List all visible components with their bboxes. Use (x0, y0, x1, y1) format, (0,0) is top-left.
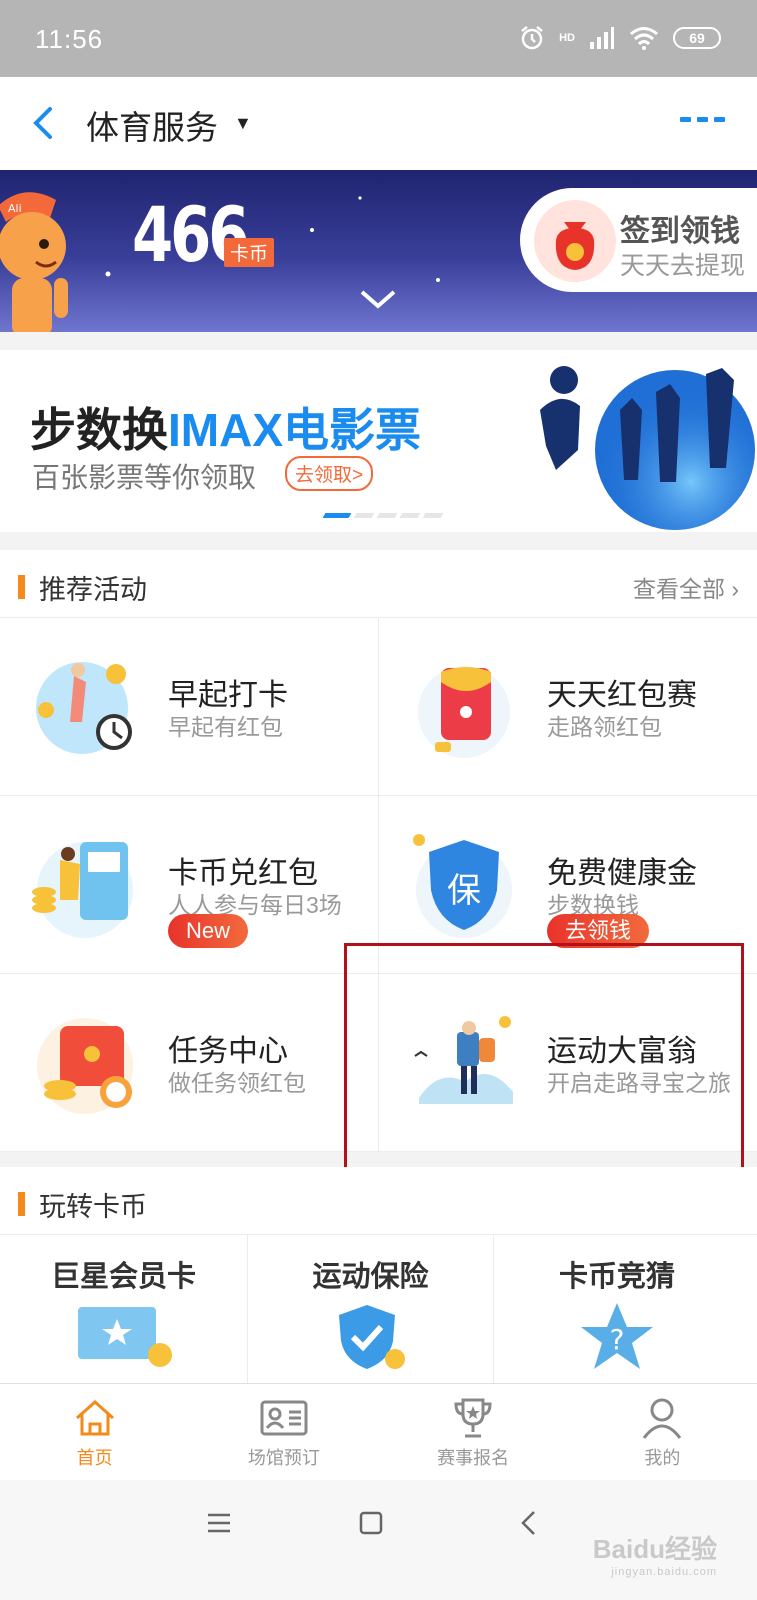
section-marker (18, 1192, 25, 1216)
more-options-icon[interactable] (680, 117, 725, 122)
status-bar: 11:56 HD 69 (0, 0, 757, 77)
activity-daily-redpacket-race[interactable]: 天天红包赛 走路领红包 (379, 618, 757, 796)
back-arrow-icon[interactable] (26, 105, 62, 141)
promo-claim-button[interactable]: 去领取> (285, 456, 374, 491)
tab-label: 赛事报名 (437, 1448, 510, 1468)
svg-text:?: ? (610, 1323, 625, 1356)
star-decoration-icon (105, 196, 440, 282)
shield-check-icon (338, 1305, 405, 1369)
activity-tag-new: New (168, 914, 249, 948)
tab-label: 场馆预订 (247, 1448, 320, 1468)
watermark-brand: Baidu经验 (592, 1534, 717, 1564)
activity-desc: 做任务领红包 (168, 1070, 306, 1096)
back-nav-icon[interactable] (518, 1510, 540, 1536)
activity-grid: 早起打卡 早起有红包 天天红包赛 走路领红包 卡币兑红包 人人参与每日3场 Ne… (0, 618, 757, 1152)
view-all-label: 查看全部 (632, 576, 725, 602)
baidu-jingyan-watermark: Baidu经验 jingyan.baidu.com (593, 1529, 717, 1578)
section-title: 推荐活动 (39, 575, 147, 605)
activity-coin-to-redpacket[interactable]: 卡币兑红包 人人参与每日3场 New (0, 796, 379, 974)
chevron-right-icon: › (731, 576, 739, 602)
coin-banner[interactable]: Ali 466 卡币 签到领钱 天天去提现 (0, 170, 757, 332)
promo-headline-highlight: IMAX电影票 (168, 404, 421, 456)
tab-label: 首页 (76, 1448, 113, 1468)
section-marker (18, 575, 25, 599)
recommended-section: 推荐活动 查看全部 › 早起打卡 早起有红包 天天红包赛 走路领红包 卡币兑红包… (0, 550, 757, 1152)
tab-label: 我的 (644, 1448, 681, 1468)
shield-insurance-icon: 保 (413, 834, 512, 938)
activity-tag-claim[interactable]: 去领钱 (547, 914, 650, 948)
dropdown-caret-icon[interactable]: ▼ (234, 113, 252, 134)
activity-early-checkin[interactable]: 早起打卡 早起有红包 (0, 618, 379, 796)
play-coins-cards: 巨星会员卡 运动保险 卡币竞猜 ? (0, 1235, 757, 1385)
svg-text:保: 保 (447, 871, 481, 911)
card-coin-quiz[interactable]: 卡币竞猜 ? (494, 1235, 740, 1385)
battery-indicator: 69 (673, 27, 721, 49)
wifi-icon (630, 27, 658, 50)
id-card-icon (260, 1400, 308, 1436)
carousel-dot (399, 513, 421, 518)
hiker-backpack-icon (414, 1016, 513, 1104)
signin-cash-button[interactable]: 签到领钱 天天去提现 (520, 188, 757, 292)
carousel-dot (353, 513, 375, 518)
card-name: 运动保险 (312, 1261, 429, 1293)
chevron-down-icon[interactable] (358, 288, 398, 312)
activity-desc: 开启走路寻宝之旅 (547, 1070, 731, 1096)
question-star-icon: ? (581, 1303, 653, 1369)
alarm-icon (521, 26, 543, 50)
alarm-clock-runner-icon (36, 662, 132, 754)
activity-task-center[interactable]: 任务中心 做任务领红包 (0, 974, 379, 1152)
carousel-dot (322, 513, 352, 518)
star-card-icon (77, 1307, 172, 1367)
promo-subtitle: 百张影票等你领取 (32, 462, 257, 493)
card-vip-membership[interactable]: 巨星会员卡 (0, 1235, 248, 1385)
red-envelope-bag-icon (534, 200, 616, 282)
red-packet-character-icon (418, 666, 510, 758)
user-icon (643, 1398, 682, 1439)
battery-level: 69 (689, 30, 705, 46)
tab-venue-booking[interactable]: 场馆预订 (189, 1384, 378, 1480)
tab-profile[interactable]: 我的 (568, 1384, 757, 1480)
promo-headline: 步数换IMAX电影票 (30, 394, 421, 460)
bottom-tab-bar: 首页 场馆预订 赛事报名 我的 (0, 1383, 757, 1480)
signal-icon (590, 27, 614, 49)
sports-players-illustration (540, 366, 755, 530)
promo-carousel[interactable]: 步数换IMAX电影票 百张影票等你领取 去领取> (0, 350, 757, 532)
activity-free-health-fund[interactable]: 保 免费健康金 步数换钱 去领钱 (379, 796, 757, 974)
promo-headline-prefix: 步数换 (30, 404, 168, 456)
red-envelope-coins-icon (37, 1018, 133, 1114)
carousel-indicator (322, 513, 444, 518)
home-square-icon[interactable] (358, 1510, 384, 1536)
activity-desc: 早起有红包 (168, 714, 283, 740)
tab-event-signup[interactable]: 赛事报名 (379, 1384, 568, 1480)
view-all-link[interactable]: 查看全部 › (633, 570, 739, 604)
system-nav-bar: Baidu经验 jingyan.baidu.com (0, 1480, 757, 1600)
status-icons: HD 69 (519, 25, 721, 51)
recommended-header: 推荐活动 查看全部 › (0, 550, 757, 618)
hd-badge: HD (559, 32, 575, 44)
carousel-dot (422, 513, 444, 518)
activity-sports-monopoly[interactable]: 运动大富翁 开启走路寻宝之旅 (379, 974, 757, 1152)
home-icon (75, 1399, 114, 1436)
card-sports-insurance[interactable]: 运动保险 (248, 1235, 494, 1385)
status-time: 11:56 (35, 24, 104, 54)
watermark-url: jingyan.baidu.com (611, 1566, 717, 1578)
trophy-icon (454, 1398, 492, 1438)
carousel-dot (376, 513, 398, 518)
play-coins-section: 玩转卡币 巨星会员卡 运动保险 卡币竞猜 ? (0, 1167, 757, 1385)
menu-icon[interactable] (206, 1510, 232, 1536)
play-coins-header: 玩转卡币 (0, 1167, 757, 1235)
page-title[interactable]: 体育服务 (86, 101, 218, 149)
section-title: 玩转卡币 (39, 1192, 147, 1222)
signin-title: 签到领钱 (620, 215, 740, 248)
tab-home[interactable]: 首页 (0, 1384, 189, 1480)
card-name: 卡币竞猜 (558, 1261, 675, 1293)
signin-subtitle: 天天去提现 (620, 252, 746, 280)
atm-coins-icon (32, 842, 133, 938)
activity-desc: 走路领红包 (547, 714, 662, 740)
title-bar: 体育服务 ▼ (0, 77, 757, 170)
card-name: 巨星会员卡 (50, 1261, 196, 1293)
